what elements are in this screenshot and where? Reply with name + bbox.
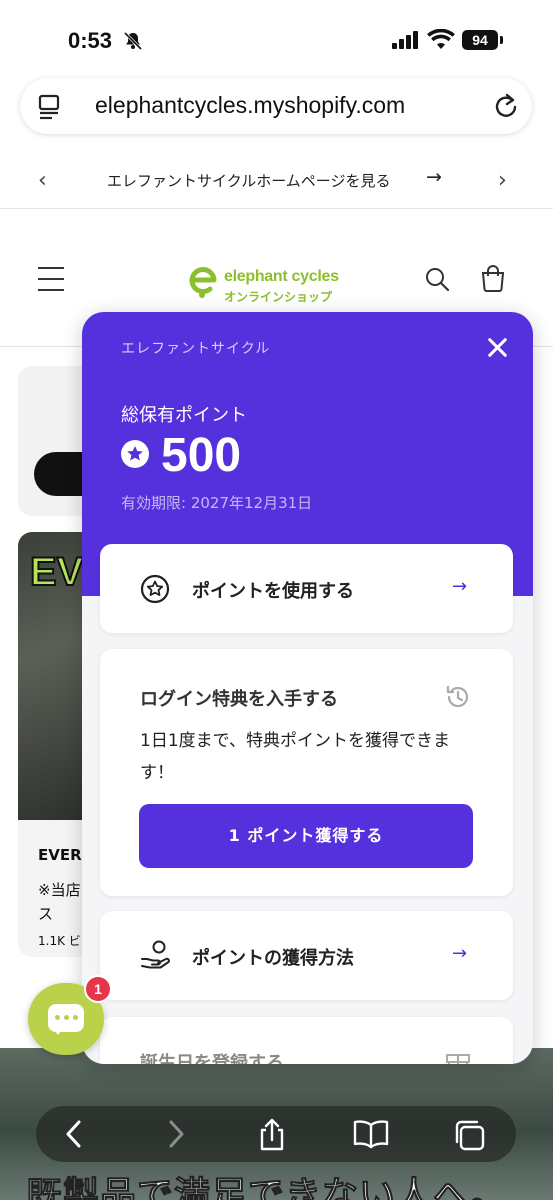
search-icon[interactable] bbox=[424, 266, 450, 292]
points-expiry: 有効期限: 2027年12月31日 bbox=[121, 494, 313, 512]
logo-subtitle: オンラインショップ bbox=[224, 290, 333, 304]
login-bonus-title: ログイン特典を入手する bbox=[140, 689, 338, 710]
url-text[interactable]: elephantcycles.myshopify.com bbox=[95, 92, 405, 119]
announcement-link[interactable]: エレファントサイクルホームページを見る bbox=[107, 170, 391, 191]
close-icon[interactable] bbox=[486, 336, 508, 358]
hand-coin-icon bbox=[141, 940, 170, 969]
reload-icon[interactable] bbox=[494, 92, 520, 120]
rewards-brand: エレファントサイクル bbox=[121, 341, 271, 357]
silent-bell-icon bbox=[123, 31, 143, 51]
logo-wordmark: elephant cycles bbox=[224, 268, 339, 285]
battery-tip bbox=[500, 36, 503, 44]
points-star-icon bbox=[121, 440, 149, 468]
share-icon[interactable] bbox=[256, 1118, 288, 1152]
wifi-icon bbox=[427, 29, 455, 49]
page-menu-icon[interactable] bbox=[38, 94, 64, 120]
birthday-card[interactable]: 誕生日を登録する bbox=[100, 1017, 513, 1064]
clock: 0:53 bbox=[68, 28, 113, 53]
claim-points-button[interactable]: 1 ポイント獲得する bbox=[139, 804, 473, 868]
cart-icon[interactable] bbox=[480, 265, 506, 293]
next-announcement-chevron-icon[interactable]: › bbox=[498, 168, 507, 193]
star-badge-icon bbox=[140, 574, 170, 604]
address-bar[interactable]: elephantcycles.myshopify.com bbox=[20, 78, 532, 134]
store-logo[interactable]: elephant cycles オンラインショップ bbox=[188, 262, 358, 308]
tabs-overview-icon[interactable] bbox=[452, 1118, 486, 1152]
gift-icon bbox=[446, 1054, 470, 1064]
how-to-earn-card[interactable]: ポイントの獲得方法 → bbox=[100, 911, 513, 1000]
bookmarks-book-icon[interactable] bbox=[352, 1118, 390, 1150]
history-icon bbox=[446, 685, 469, 708]
photo-text: EV bbox=[29, 549, 84, 595]
product-meta: 1.1K ビ bbox=[38, 934, 81, 948]
arrow-right-icon[interactable]: → bbox=[426, 166, 442, 188]
chat-bubble-tail bbox=[52, 1027, 64, 1035]
cellular-signal-icon bbox=[392, 31, 418, 49]
login-bonus-description: 1日1度まで、特典ポイントを獲得できます！ bbox=[140, 731, 450, 783]
back-chevron-icon[interactable] bbox=[62, 1118, 86, 1150]
forward-chevron-icon[interactable] bbox=[164, 1118, 188, 1150]
product-title: EVER bbox=[38, 846, 82, 864]
birthday-title: 誕生日を登録する bbox=[140, 1053, 284, 1064]
arrow-right-icon: → bbox=[452, 943, 468, 964]
status-bar: 0:53 94 bbox=[0, 0, 553, 70]
unread-badge: 1 bbox=[84, 975, 112, 1003]
browser-toolbar bbox=[36, 1106, 516, 1162]
use-points-card[interactable]: ポイントを使用する → bbox=[100, 544, 513, 633]
announcement-bar: ‹ エレファントサイクルホームページを見る → › bbox=[0, 160, 553, 200]
menu-hamburger-icon[interactable] bbox=[38, 267, 64, 300]
arrow-right-icon: → bbox=[452, 576, 468, 597]
use-points-label: ポイントを使用する bbox=[192, 581, 354, 602]
divider bbox=[0, 208, 553, 209]
login-bonus-card: ログイン特典を入手する 1日1度まで、特典ポイントを獲得できます！ 1 ポイント… bbox=[100, 649, 513, 896]
battery-indicator: 94 bbox=[462, 30, 498, 50]
chat-launcher-button[interactable]: 1 bbox=[28, 975, 112, 1055]
how-to-earn-label: ポイントの獲得方法 bbox=[192, 948, 354, 969]
balance-label: 総保有ポイント bbox=[121, 405, 247, 426]
previous-announcement-chevron-icon[interactable]: ‹ bbox=[38, 168, 47, 193]
points-balance: 500 bbox=[161, 429, 242, 482]
elephant-logo-icon bbox=[189, 267, 217, 298]
hero-caption: 既製品で満足できない人へ。 bbox=[25, 1175, 508, 1200]
rewards-panel: エレファントサイクル 総保有ポイント 500 有効期限: 2027年12月31日… bbox=[82, 312, 533, 1064]
